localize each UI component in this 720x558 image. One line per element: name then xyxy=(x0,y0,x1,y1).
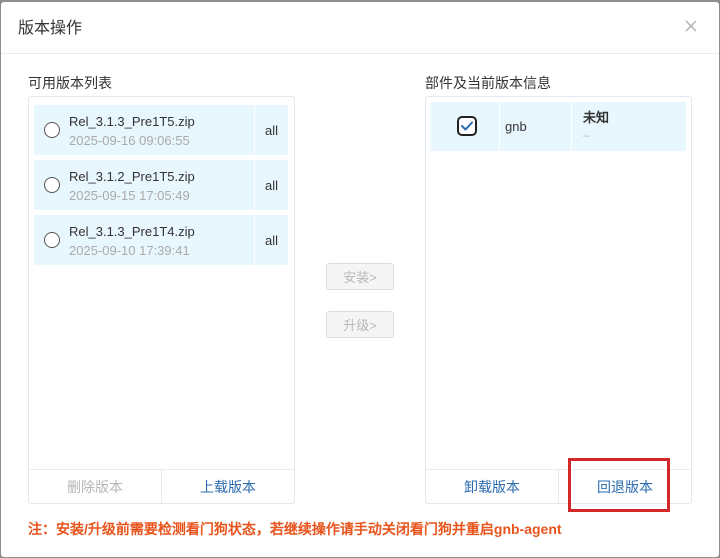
version-tag: all xyxy=(264,177,278,193)
uninstall-version-button[interactable]: 卸载版本 xyxy=(426,470,558,503)
component-version-status: 未知 xyxy=(583,110,610,125)
component-version-sub: – xyxy=(583,128,590,142)
version-item[interactable]: Rel_3.1.3_Pre1T4.zip 2025-09-10 17:39:41… xyxy=(34,215,288,265)
close-icon[interactable] xyxy=(683,18,699,34)
version-name: Rel_3.1.3_Pre1T5.zip xyxy=(69,114,195,129)
checkbox-icon[interactable] xyxy=(457,116,477,136)
version-item[interactable]: Rel_3.1.2_Pre1T5.zip 2025-09-15 17:05:49… xyxy=(34,160,288,210)
available-versions-label: 可用版本列表 xyxy=(28,75,112,91)
install-button[interactable]: 安装> xyxy=(326,263,394,290)
component-name: gnb xyxy=(505,119,527,134)
components-panel: gnb 未知 – 卸载版本 回退版本 xyxy=(425,96,692,504)
upload-version-button[interactable]: 上载版本 xyxy=(162,470,294,503)
left-panel-footer: 删除版本 上载版本 xyxy=(29,469,294,503)
components-label: 部件及当前版本信息 xyxy=(425,75,551,91)
delete-version-button[interactable]: 删除版本 xyxy=(29,470,161,503)
component-row[interactable]: gnb 未知 – xyxy=(431,102,686,151)
version-radio[interactable] xyxy=(44,122,60,138)
upgrade-button[interactable]: 升级> xyxy=(326,311,394,338)
rollback-version-button[interactable]: 回退版本 xyxy=(559,470,691,503)
version-item[interactable]: Rel_3.1.3_Pre1T5.zip 2025-09-16 09:06:55… xyxy=(34,105,288,155)
version-name: Rel_3.1.2_Pre1T5.zip xyxy=(69,169,195,184)
version-time: 2025-09-15 17:05:49 xyxy=(69,188,190,203)
version-name: Rel_3.1.3_Pre1T4.zip xyxy=(69,224,195,239)
version-tag: all xyxy=(264,232,278,248)
version-time: 2025-09-16 09:06:55 xyxy=(69,133,190,148)
divider xyxy=(571,102,572,151)
version-radio[interactable] xyxy=(44,177,60,193)
divider xyxy=(499,102,500,151)
right-panel-footer: 卸载版本 回退版本 xyxy=(426,469,691,503)
version-radio[interactable] xyxy=(44,232,60,248)
version-time: 2025-09-10 17:39:41 xyxy=(69,243,190,258)
dialog-header: 版本操作 xyxy=(1,2,719,54)
dialog-title: 版本操作 xyxy=(18,20,83,37)
available-versions-panel: Rel_3.1.3_Pre1T5.zip 2025-09-16 09:06:55… xyxy=(28,96,295,504)
watchdog-warning: 注：安装/升级前需要检测看门狗状态，若继续操作请手动关闭看门狗并重启gnb-ag… xyxy=(28,521,562,537)
version-tag: all xyxy=(264,122,278,138)
version-operation-dialog: 版本操作 可用版本列表 Rel_3.1.3_Pre1T5.zip 2025-09… xyxy=(1,2,719,557)
